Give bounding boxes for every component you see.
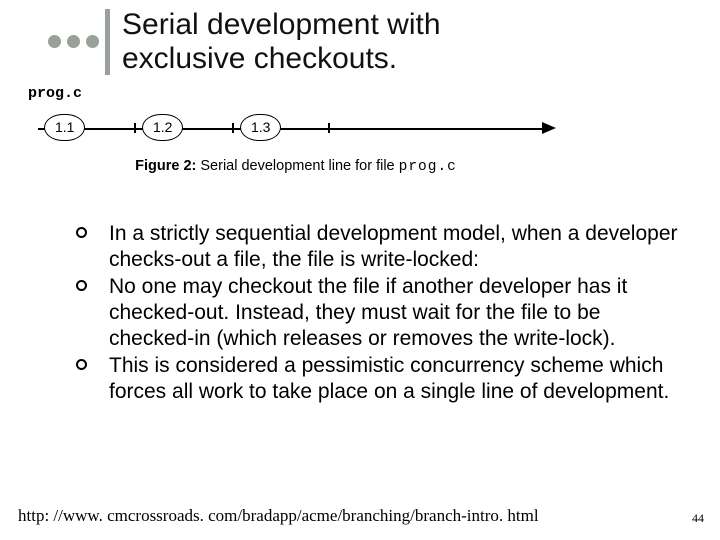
- slide-header: Serial development with exclusive checko…: [0, 0, 720, 75]
- timeline: 1.1 1.2 1.3: [26, 106, 566, 152]
- version-node: 1.3: [240, 114, 281, 141]
- bullet-text: No one may checkout the file if another …: [109, 274, 684, 351]
- decoration-dots: [48, 35, 99, 48]
- bullet-circle-icon: [76, 280, 87, 291]
- figure-file-label: prog.c: [28, 85, 566, 102]
- version-node: 1.2: [142, 114, 183, 141]
- tick-mark: [134, 123, 136, 133]
- figure-caption-text: Serial development line for file: [200, 158, 394, 174]
- slide-title: Serial development with exclusive checko…: [122, 8, 441, 75]
- tick-mark: [328, 123, 330, 133]
- timeline-axis: [38, 128, 544, 130]
- figure-caption: Figure 2: Serial development line for fi…: [26, 158, 566, 175]
- tick-mark: [232, 123, 234, 133]
- figure-caption-label: Figure 2:: [135, 158, 196, 174]
- bullet-circle-icon: [76, 227, 87, 238]
- figure: prog.c 1.1 1.2 1.3 Figure 2: Serial deve…: [26, 85, 566, 175]
- list-item: No one may checkout the file if another …: [76, 274, 684, 351]
- dot-icon: [86, 35, 99, 48]
- title-line2: exclusive checkouts.: [122, 42, 441, 76]
- figure-caption-file: prog.c: [399, 159, 457, 175]
- bullet-text: In a strictly sequential development mod…: [109, 221, 684, 272]
- page-number: 44: [692, 511, 704, 526]
- arrow-right-icon: [542, 122, 556, 134]
- dot-icon: [67, 35, 80, 48]
- title-line1: Serial development with: [122, 8, 441, 42]
- list-item: This is considered a pessimistic concurr…: [76, 353, 684, 404]
- bullet-list: In a strictly sequential development mod…: [76, 221, 684, 404]
- list-item: In a strictly sequential development mod…: [76, 221, 684, 272]
- bullet-circle-icon: [76, 359, 87, 370]
- footer-url: http: //www. cmcrossroads. com/bradapp/a…: [18, 506, 539, 526]
- dot-icon: [48, 35, 61, 48]
- version-node: 1.1: [44, 114, 85, 141]
- vertical-bar-icon: [105, 9, 110, 75]
- bullet-text: This is considered a pessimistic concurr…: [109, 353, 684, 404]
